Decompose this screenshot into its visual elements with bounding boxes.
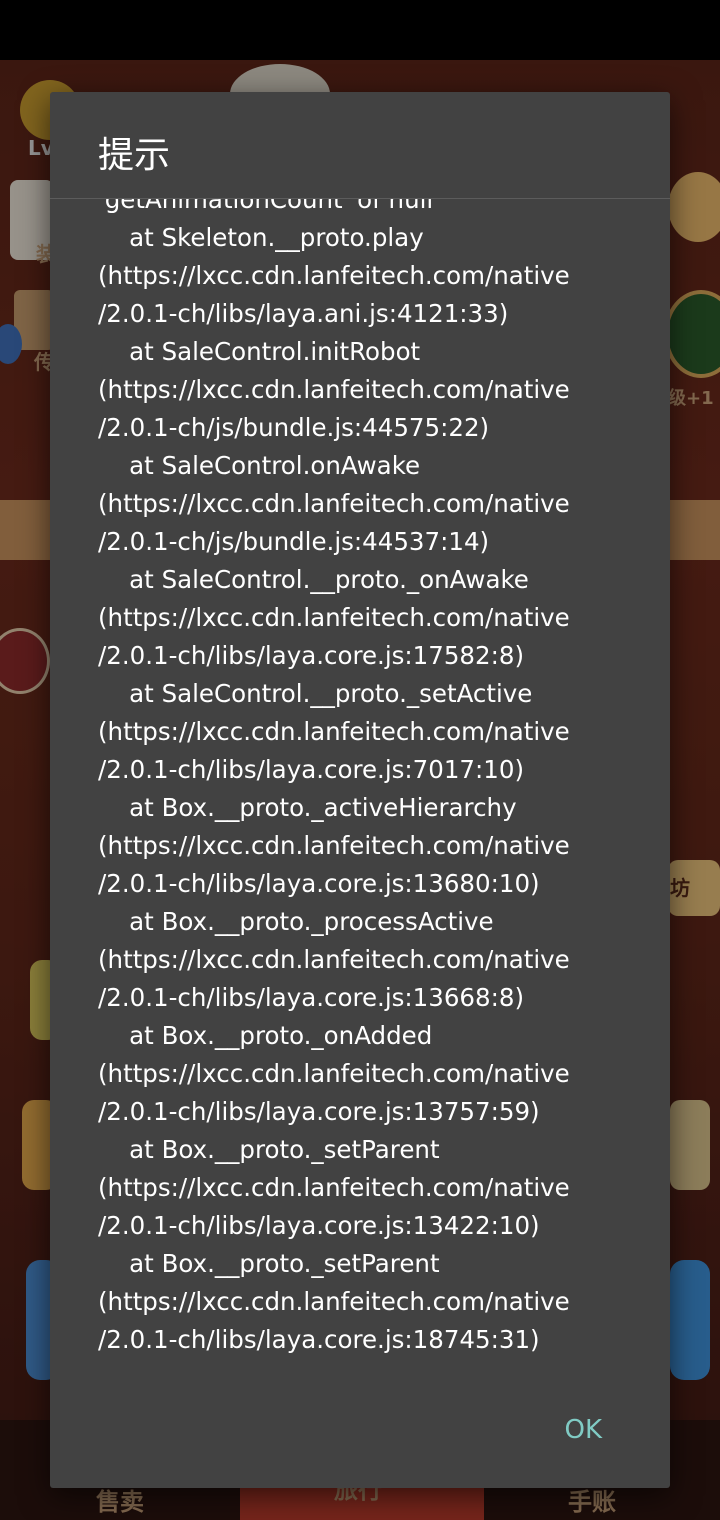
dialog-title: 提示 — [98, 135, 171, 176]
status-bar — [0, 0, 720, 60]
alert-dialog: 提示 'getAnimationCount' of null at Skelet… — [50, 92, 670, 1488]
ok-button[interactable]: OK — [564, 1408, 602, 1452]
error-message: 'getAnimationCount' of null at Skeleton.… — [98, 199, 570, 1354]
message-scroll-area[interactable]: 'getAnimationCount' of null at Skeleton.… — [98, 199, 658, 1389]
